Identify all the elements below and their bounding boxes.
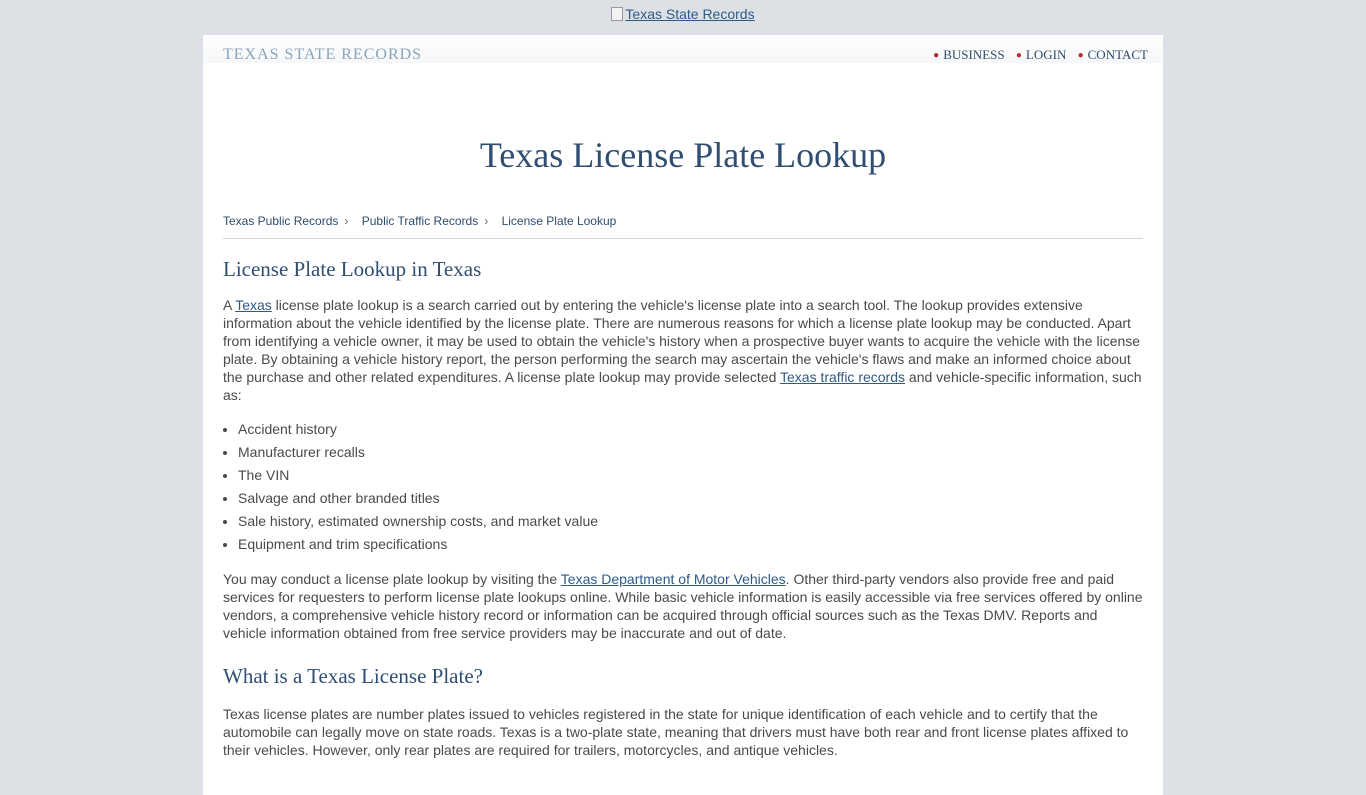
section-heading: What is a Texas License Plate?: [223, 664, 483, 688]
breadcrumb-public-traffic-records[interactable]: Public Traffic Records: [362, 214, 479, 228]
texas-link[interactable]: Texas: [235, 297, 272, 313]
article-content: License Plate Lookup in Texas A Texas li…: [223, 257, 1143, 773]
nav-login-label: LOGIN: [1025, 47, 1067, 62]
breadcrumb: Texas Public Records › Public Traffic Rec…: [223, 214, 616, 228]
list-item: Equipment and trim specifications: [238, 533, 1143, 556]
header-bar: TEXAS STATE RECORDS ● BUSINESS ● LOGIN ● CO…: [203, 35, 1163, 63]
nav-business-label: BUSINESS: [943, 47, 1005, 62]
divider: [223, 238, 1143, 239]
paragraph: A Texas license plate lookup is a search…: [223, 297, 1142, 403]
info-list: Accident history Manufacturer recalls Th…: [223, 418, 1143, 556]
section-heading: License Plate Lookup in Texas: [223, 257, 482, 281]
list-item: Sale history, estimated ownership costs,…: [238, 510, 1143, 533]
list-item: Salvage and other branded titles: [238, 487, 1143, 510]
breadcrumb-current: License Plate Lookup: [501, 214, 617, 228]
paragraph: Texas license plates are number plates i…: [223, 706, 1129, 758]
nav-login[interactable]: ● LOGIN: [1016, 47, 1066, 62]
site-logo-alt: Texas State Records: [625, 6, 755, 22]
bullet-icon: ●: [1015, 50, 1022, 61]
texas-dmv-link[interactable]: Texas Department of Motor Vehicles: [561, 571, 786, 587]
top-nav: ● BUSINESS ● LOGIN ● CONTACT: [925, 47, 1148, 63]
chevron-right-icon: ›: [344, 214, 349, 228]
brand-name[interactable]: TEXAS STATE RECORDS: [223, 46, 422, 64]
texas-traffic-records-link[interactable]: Texas traffic records: [780, 369, 905, 385]
bullet-icon: ●: [1077, 50, 1084, 61]
nav-contact-label: CONTACT: [1087, 47, 1148, 62]
bullet-icon: ●: [933, 50, 940, 61]
broken-image-icon: [611, 7, 624, 21]
nav-contact[interactable]: ● CONTACT: [1078, 47, 1148, 62]
list-item: Accident history: [238, 418, 1143, 441]
paragraph: You may conduct a license plate lookup b…: [223, 571, 1143, 641]
main-card: TEXAS STATE RECORDS ● BUSINESS ● LOGIN ● CO…: [203, 35, 1163, 795]
nav-business[interactable]: ● BUSINESS: [933, 47, 1004, 62]
list-item: Manufacturer recalls: [238, 441, 1143, 464]
site-logo-link[interactable]: Texas State Records: [611, 6, 755, 22]
chevron-right-icon: ›: [484, 214, 489, 228]
list-item: The VIN: [238, 464, 1143, 487]
page-title: Texas License Plate Lookup: [479, 135, 887, 175]
breadcrumb-texas-public-records[interactable]: Texas Public Records: [223, 214, 338, 228]
site-logo[interactable]: Texas State Records: [0, 6, 1366, 22]
